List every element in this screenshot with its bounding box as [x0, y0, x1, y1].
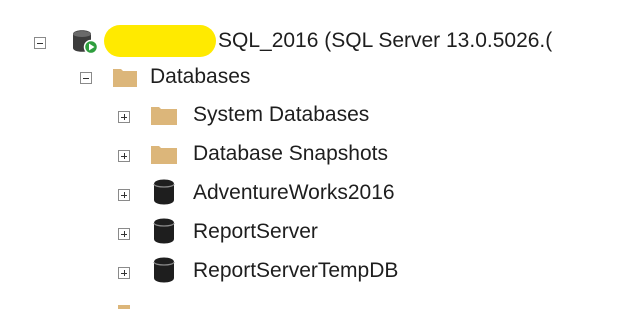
database-icon: [152, 217, 176, 250]
expand-toggle-icon[interactable]: [118, 150, 130, 162]
object-explorer-tree: SQL_2016 (SQL Server 13.0.5026.( Databas…: [0, 0, 622, 317]
expand-toggle-icon[interactable]: [118, 189, 130, 201]
folder-icon: [112, 66, 138, 93]
expand-toggle-icon[interactable]: [118, 111, 130, 123]
node-label: ReportServer: [193, 220, 318, 243]
folder-icon: [150, 143, 178, 170]
database-icon: [152, 256, 176, 289]
database-server-running-icon: [70, 28, 100, 59]
expand-toggle-icon[interactable]: [118, 267, 130, 279]
node-label: Database Snapshots: [193, 142, 388, 165]
databases-label: Databases: [150, 65, 251, 88]
server-label: SQL_2016 (SQL Server 13.0.5026.(: [218, 29, 553, 52]
node-label: ReportServerTempDB: [193, 259, 399, 282]
expand-toggle-icon[interactable]: [118, 228, 130, 240]
cutoff-folder-icon: [118, 296, 142, 314]
database-icon: [152, 178, 176, 211]
redacted-server-name: [104, 25, 216, 57]
folder-icon: [150, 104, 178, 131]
collapse-toggle-icon[interactable]: [34, 37, 46, 49]
collapse-toggle-icon[interactable]: [80, 72, 92, 84]
node-label: AdventureWorks2016: [193, 181, 395, 204]
node-label: System Databases: [193, 103, 370, 126]
